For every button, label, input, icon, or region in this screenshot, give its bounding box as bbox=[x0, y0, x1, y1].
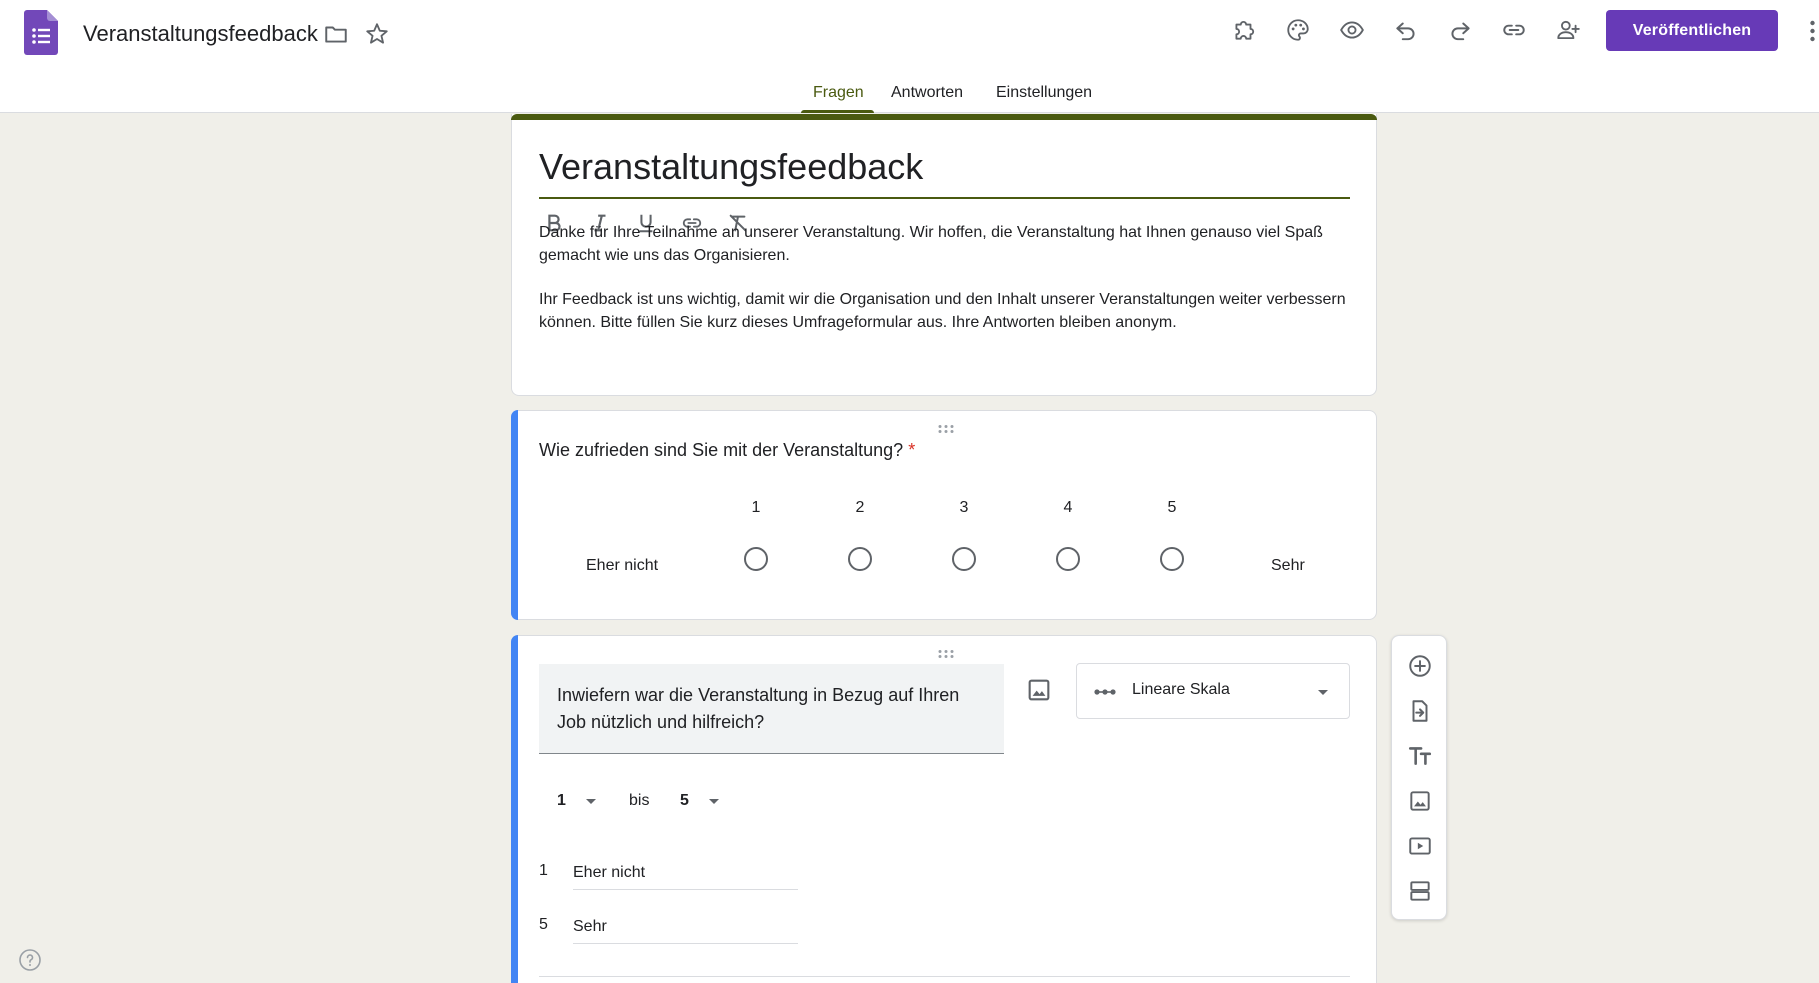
add-title-icon[interactable] bbox=[1406, 742, 1434, 770]
question-card-2[interactable]: Inwiefern war die Veranstaltung in Bezug… bbox=[511, 635, 1377, 983]
form-description-p1[interactable]: Danke für Ihre Teilnahme an unserer Vera… bbox=[539, 221, 1359, 267]
redo-icon[interactable] bbox=[1445, 15, 1475, 45]
chevron-down-icon bbox=[1318, 690, 1328, 695]
add-collaborator-icon[interactable] bbox=[1553, 15, 1583, 45]
question-type-select[interactable]: Lineare Skala bbox=[1076, 663, 1350, 719]
range-from-select[interactable]: 1 bbox=[557, 792, 566, 810]
theme-color-bar bbox=[511, 114, 1377, 120]
scale-radio-2[interactable] bbox=[848, 547, 872, 571]
publish-button[interactable]: Veröffentlichen bbox=[1606, 10, 1778, 51]
form-title-card[interactable]: Veranstaltungsfeedback Danke für Ihre Te… bbox=[511, 114, 1377, 396]
question-card-1[interactable]: Wie zufrieden sind Sie mit der Veranstal… bbox=[511, 410, 1377, 620]
form-tabs: Fragen Antworten Einstellungen bbox=[0, 80, 1819, 113]
preview-eye-icon[interactable] bbox=[1337, 15, 1367, 45]
import-questions-icon[interactable] bbox=[1406, 697, 1434, 725]
add-section-icon[interactable] bbox=[1406, 877, 1434, 905]
scale-number: 4 bbox=[1063, 499, 1073, 516]
question-title-input[interactable]: Inwiefern war die Veranstaltung in Bezug… bbox=[539, 664, 1004, 754]
range-separator: bis bbox=[629, 792, 650, 809]
tab-fragen[interactable]: Fragen bbox=[813, 84, 864, 113]
scale-number: 2 bbox=[855, 499, 865, 516]
drag-handle-icon[interactable] bbox=[936, 421, 956, 433]
document-title[interactable]: Veranstaltungsfeedback bbox=[83, 21, 318, 47]
link-icon[interactable] bbox=[1499, 15, 1529, 45]
scale-number: 5 bbox=[1167, 499, 1177, 516]
folder-icon[interactable] bbox=[321, 19, 351, 49]
tab-einstellungen[interactable]: Einstellungen bbox=[996, 84, 1092, 113]
chevron-down-icon[interactable] bbox=[709, 799, 719, 804]
question-title-text[interactable]: Inwiefern war die Veranstaltung in Bezug… bbox=[557, 682, 987, 736]
low-label-input[interactable]: Eher nicht bbox=[573, 858, 798, 890]
form-title[interactable]: Veranstaltungsfeedback bbox=[539, 146, 923, 188]
card-divider bbox=[539, 976, 1350, 977]
linear-scale-icon bbox=[1093, 683, 1117, 701]
question-focus-accent bbox=[511, 635, 518, 983]
drag-handle-icon[interactable] bbox=[936, 646, 956, 658]
scale-number: 3 bbox=[959, 499, 969, 516]
scale-radio-4[interactable] bbox=[1056, 547, 1080, 571]
high-end-number: 5 bbox=[539, 916, 548, 933]
add-video-icon[interactable] bbox=[1406, 832, 1434, 860]
scale-radio-3[interactable] bbox=[952, 547, 976, 571]
scale-high-label: Sehr bbox=[1271, 557, 1305, 574]
add-question-icon[interactable] bbox=[1406, 652, 1434, 680]
scale-low-label: Eher nicht bbox=[586, 557, 659, 574]
title-underline bbox=[539, 197, 1350, 199]
more-vert-icon[interactable] bbox=[1806, 16, 1819, 46]
scale-radio-1[interactable] bbox=[744, 547, 768, 571]
add-image-icon[interactable] bbox=[1406, 787, 1434, 815]
palette-icon[interactable] bbox=[1283, 15, 1313, 45]
help-icon[interactable] bbox=[18, 948, 42, 972]
range-to-select[interactable]: 5 bbox=[680, 792, 689, 810]
question-type-label: Lineare Skala bbox=[1132, 681, 1230, 698]
add-image-icon[interactable] bbox=[1025, 676, 1053, 704]
active-tab-indicator bbox=[801, 110, 874, 113]
addon-puzzle-icon[interactable] bbox=[1229, 15, 1259, 45]
star-icon[interactable] bbox=[362, 19, 392, 49]
form-description-p2[interactable]: Ihr Feedback ist uns wichtig, damit wir … bbox=[539, 288, 1359, 334]
chevron-down-icon[interactable] bbox=[586, 799, 596, 804]
tab-antworten[interactable]: Antworten bbox=[891, 84, 963, 113]
forms-logo-icon[interactable] bbox=[24, 10, 58, 55]
question-title[interactable]: Wie zufrieden sind Sie mit der Veranstal… bbox=[539, 440, 915, 461]
low-end-number: 1 bbox=[539, 862, 548, 879]
scale-radio-5[interactable] bbox=[1160, 547, 1184, 571]
app-header: Veranstaltungsfeedback Veröffentlichen F… bbox=[0, 0, 1819, 113]
high-label-input[interactable]: Sehr bbox=[573, 912, 798, 944]
scale-number: 1 bbox=[751, 499, 761, 516]
required-star: * bbox=[908, 440, 916, 460]
question-focus-accent bbox=[511, 410, 518, 620]
floating-side-toolbar bbox=[1391, 635, 1447, 920]
undo-icon[interactable] bbox=[1391, 15, 1421, 45]
